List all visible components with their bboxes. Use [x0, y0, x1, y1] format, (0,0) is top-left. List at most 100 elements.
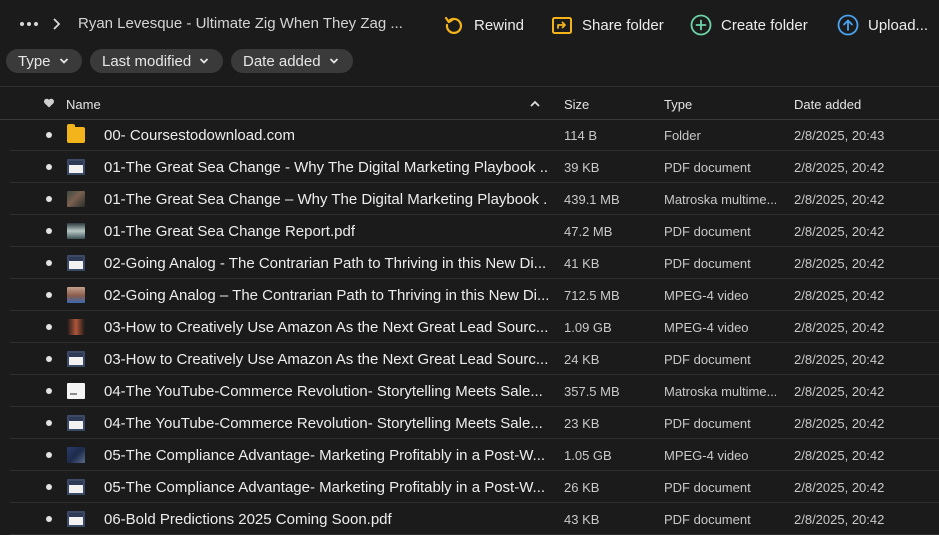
file-name[interactable]: 04-The YouTube-Commerce Revolution- Stor…: [104, 383, 543, 400]
row-bullet: [46, 420, 52, 426]
file-size: 41 KB: [564, 256, 600, 271]
column-header-type[interactable]: Type: [664, 97, 692, 112]
pdf-icon: [67, 511, 85, 527]
file-name[interactable]: 04-The YouTube-Commerce Revolution- Stor…: [104, 415, 543, 432]
file-size: 1.05 GB: [564, 448, 612, 463]
file-size: 39 KB: [564, 160, 600, 175]
video-thumbnail-icon: [67, 447, 85, 463]
video-thumbnail-icon: [67, 319, 85, 335]
file-date-added: 2/8/2025, 20:42: [794, 288, 885, 303]
column-header-date-added[interactable]: Date added: [794, 97, 861, 112]
upload-icon: [837, 14, 859, 36]
file-row[interactable]: 06-Bold Predictions 2025 Coming Soon.pdf…: [0, 503, 939, 535]
file-row[interactable]: 01-The Great Sea Change – Why The Digita…: [0, 183, 939, 215]
pdf-icon: [67, 351, 85, 367]
more-options-icon[interactable]: [18, 15, 40, 33]
row-bullet: [46, 260, 52, 266]
upload-button[interactable]: Upload...: [837, 11, 928, 39]
row-bullet: [46, 196, 52, 202]
date-added-filter-chip[interactable]: Date added: [231, 49, 353, 73]
file-date-added: 2/8/2025, 20:43: [794, 128, 885, 143]
create-folder-button[interactable]: Create folder: [690, 11, 808, 39]
file-row[interactable]: 00- Coursestodownload.com 114 B Folder 2…: [0, 119, 939, 151]
pdf-icon: [67, 415, 85, 431]
file-row[interactable]: 05-The Compliance Advantage- Marketing P…: [0, 439, 939, 471]
share-folder-label: Share folder: [582, 16, 664, 34]
rewind-label: Rewind: [474, 16, 525, 34]
sort-ascending-icon[interactable]: [529, 99, 541, 108]
file-size: 357.5 MB: [564, 384, 620, 399]
row-bullet: [46, 164, 52, 170]
type-filter-label: Type: [18, 52, 51, 70]
filter-bar: Type Last modified Date added: [6, 49, 353, 73]
file-row[interactable]: 02-Going Analog - The Contrarian Path to…: [0, 247, 939, 279]
upload-label: Upload...: [868, 16, 929, 34]
column-header-name[interactable]: Name: [66, 97, 101, 112]
file-name[interactable]: 00- Coursestodownload.com: [104, 127, 295, 144]
file-name[interactable]: 01-The Great Sea Change - Why The Digita…: [104, 159, 548, 176]
share-folder-icon: [552, 17, 572, 34]
chevron-down-icon: [200, 58, 209, 64]
file-date-added: 2/8/2025, 20:42: [794, 480, 885, 495]
file-size: 47.2 MB: [564, 224, 613, 239]
top-bar: Ryan Levesque - Ultimate Zig When They Z…: [0, 0, 939, 48]
row-bullet: [46, 356, 52, 362]
file-type: PDF document: [664, 352, 751, 367]
file-row[interactable]: 05-The Compliance Advantage- Marketing P…: [0, 471, 939, 503]
file-size: 712.5 MB: [564, 288, 620, 303]
file-row[interactable]: 01-The Great Sea Change Report.pdf 47.2 …: [0, 215, 939, 247]
file-name[interactable]: 02-Going Analog - The Contrarian Path to…: [104, 255, 546, 272]
pdf-icon: [67, 255, 85, 271]
last-modified-filter-chip[interactable]: Last modified: [90, 49, 223, 73]
add-circle-icon: [690, 14, 712, 36]
file-type: PDF document: [664, 480, 751, 495]
file-date-added: 2/8/2025, 20:42: [794, 192, 885, 207]
breadcrumb-current-folder[interactable]: Ryan Levesque - Ultimate Zig When They Z…: [78, 15, 408, 32]
file-size: 114 B: [564, 128, 598, 143]
file-row[interactable]: 04-The YouTube-Commerce Revolution- Stor…: [0, 407, 939, 439]
file-name[interactable]: 05-The Compliance Advantage- Marketing P…: [104, 447, 545, 464]
row-bullet: [46, 516, 52, 522]
file-date-added: 2/8/2025, 20:42: [794, 224, 885, 239]
file-row[interactable]: 04-The YouTube-Commerce Revolution- Stor…: [0, 375, 939, 407]
file-name[interactable]: 06-Bold Predictions 2025 Coming Soon.pdf: [104, 511, 392, 528]
pdf-icon: [67, 159, 85, 175]
chevron-right-icon: [51, 14, 61, 34]
last-modified-filter-label: Last modified: [102, 52, 192, 70]
share-folder-button[interactable]: Share folder: [551, 11, 664, 39]
file-row[interactable]: 03-How to Creatively Use Amazon As the N…: [0, 311, 939, 343]
file-name[interactable]: 05-The Compliance Advantage- Marketing P…: [104, 479, 545, 496]
file-type: PDF document: [664, 224, 751, 239]
file-row[interactable]: 01-The Great Sea Change - Why The Digita…: [0, 151, 939, 183]
file-row[interactable]: 02-Going Analog – The Contrarian Path to…: [0, 279, 939, 311]
row-bullet: [46, 132, 52, 138]
folder-icon: [67, 124, 85, 143]
file-date-added: 2/8/2025, 20:42: [794, 320, 885, 335]
row-bullet: [46, 324, 52, 330]
file-name[interactable]: 01-The Great Sea Change Report.pdf: [104, 223, 355, 240]
rewind-button[interactable]: Rewind: [443, 11, 524, 39]
file-type: Folder: [664, 128, 701, 143]
row-bullet: [46, 452, 52, 458]
file-name[interactable]: 02-Going Analog – The Contrarian Path to…: [104, 287, 548, 304]
create-folder-label: Create folder: [721, 16, 808, 34]
file-date-added: 2/8/2025, 20:42: [794, 160, 885, 175]
type-filter-chip[interactable]: Type: [6, 49, 82, 73]
file-row[interactable]: 03-How to Creatively Use Amazon As the N…: [0, 343, 939, 375]
file-name[interactable]: 03-How to Creatively Use Amazon As the N…: [104, 351, 548, 368]
file-type: PDF document: [664, 160, 751, 175]
file-date-added: 2/8/2025, 20:42: [794, 416, 885, 431]
file-date-added: 2/8/2025, 20:42: [794, 384, 885, 399]
file-type: MPEG-4 video: [664, 320, 749, 335]
heart-icon[interactable]: [43, 97, 55, 109]
file-type: Matroska multime...: [664, 192, 776, 207]
column-header-size[interactable]: Size: [564, 97, 589, 112]
video-thumbnail-icon: [67, 191, 85, 207]
file-date-added: 2/8/2025, 20:42: [794, 352, 885, 367]
file-size: 1.09 GB: [564, 320, 612, 335]
chevron-down-icon: [329, 58, 338, 64]
file-name[interactable]: 01-The Great Sea Change – Why The Digita…: [104, 191, 548, 208]
file-name[interactable]: 03-How to Creatively Use Amazon As the N…: [104, 319, 548, 336]
file-size: 23 KB: [564, 416, 600, 431]
rewind-icon: [444, 16, 463, 34]
